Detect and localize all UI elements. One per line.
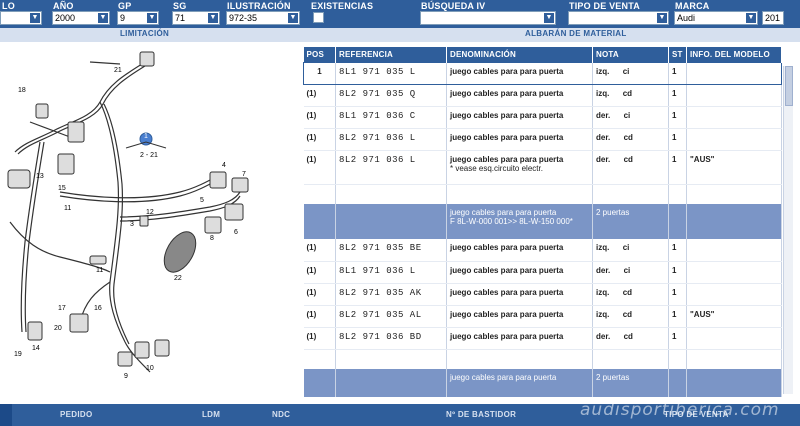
ilustracion-label: ILUSTRACIÓN: [227, 1, 291, 11]
callout-13: 13: [36, 173, 44, 180]
scrollbar-thumb[interactable]: [785, 66, 793, 106]
parts-table: POS REFERENCIA DENOMINACIÓN NOTA ST INFO…: [303, 47, 782, 397]
callout-14: 14: [32, 345, 40, 352]
table-row[interactable]: (1) 8L1 971 036 C juego cables para para…: [303, 106, 782, 129]
col-referencia[interactable]: REFERENCIA: [335, 47, 447, 62]
table-row[interactable]: (1) 8L2 971 035 AL juego cables para par…: [303, 305, 782, 328]
busqueda-label: BÚSQUEDA IV: [421, 1, 486, 11]
busqueda-select[interactable]: ▼: [420, 11, 556, 25]
table-row-spacer: [303, 184, 782, 204]
ndc-tab[interactable]: NDC: [272, 410, 290, 419]
callout-10: 10: [146, 365, 154, 372]
col-nota[interactable]: NOTA: [592, 47, 669, 62]
callout-8: 8: [210, 235, 214, 242]
callout-6: 6: [234, 229, 238, 236]
callout-3: 3: [130, 221, 134, 228]
sg-select[interactable]: 71 ▼: [172, 11, 220, 25]
albaran-title: ALBARÁN DE MATERIAL: [525, 29, 627, 38]
callout-5: 5: [200, 197, 204, 204]
parts-table-container: POS REFERENCIA DENOMINACIÓN NOTA ST INFO…: [303, 47, 783, 397]
col-st[interactable]: ST: [668, 47, 687, 62]
chevron-down-icon[interactable]: ▼: [746, 13, 756, 23]
table-row[interactable]: (1) 8L2 971 035 AK juego cables para par…: [303, 283, 782, 306]
lo-label: LO: [2, 1, 15, 11]
chevron-down-icon[interactable]: ▼: [208, 13, 218, 23]
col-pos[interactable]: POS: [303, 47, 336, 62]
callout-15: 15: [58, 185, 66, 192]
callout-11b: 11: [96, 267, 103, 274]
group-header-row[interactable]: juego cables para para puerta 2 puertas: [303, 369, 782, 397]
anio-label: AÑO: [53, 1, 74, 11]
chevron-down-icon[interactable]: ▼: [30, 13, 40, 23]
callout-16: 16: [94, 305, 102, 312]
tipo-venta-select[interactable]: ▼: [568, 11, 669, 25]
callout-18: 18: [18, 87, 26, 94]
bastidor-tab[interactable]: Nº DE BASTIDOR: [446, 410, 516, 419]
section-title-row: LIMITACIÓN ALBARÁN DE MATERIAL: [0, 28, 800, 42]
marca-select[interactable]: Audi ▼: [674, 11, 758, 25]
callout-9: 9: [124, 373, 128, 380]
callout-22: 22: [174, 275, 182, 282]
callout-20: 20: [54, 325, 62, 332]
gp-label: GP: [118, 1, 132, 11]
table-row[interactable]: (1) 8L2 971 035 Q juego cables para para…: [303, 84, 782, 107]
callout-7: 7: [242, 171, 246, 178]
tipo-venta-label: TIPO DE VENTA: [569, 1, 640, 11]
table-row[interactable]: 1 8L1 971 035 L juego cables para para p…: [303, 61, 782, 85]
chevron-down-icon[interactable]: ▼: [98, 13, 108, 23]
year-field[interactable]: 201: [762, 11, 784, 25]
table-scrollbar[interactable]: [783, 66, 793, 394]
existencias-checkbox[interactable]: [313, 12, 324, 23]
table-row[interactable]: (1) 8L2 971 035 BE juego cables para par…: [303, 239, 782, 262]
sg-label: SG: [173, 1, 187, 11]
wiring-harness-illustration: 21 18 1 2 - 21 13 15 11 3 4 5 6 7 12 8 2…: [7, 51, 249, 380]
existencias-label: EXISTENCIAS: [311, 1, 374, 11]
ldm-tab[interactable]: LDM: [202, 410, 220, 419]
watermark: audisportiberica.com: [580, 400, 780, 420]
col-denominacion[interactable]: DENOMINACIÓN: [446, 47, 593, 62]
table-row[interactable]: (1) 8L2 971 036 L juego cables para para…: [303, 150, 782, 185]
callout-21: 21: [114, 67, 122, 74]
callout-12: 12: [146, 209, 154, 216]
wiring-diagram[interactable]: 21 18 1 2 - 21 13 15 11 3 4 5 6 7 12 8 2…: [0, 42, 300, 404]
callout-4: 4: [222, 162, 226, 169]
filter-bar: LO ▼ AÑO 2000 ▼ GP 9 ▼ SG 71 ▼ ILUSTRACIÓN …: [0, 0, 800, 28]
chevron-down-icon[interactable]: ▼: [657, 13, 667, 23]
table-row[interactable]: (1) 8L2 971 036 BD juego cables para par…: [303, 327, 782, 350]
table-row-spacer: [303, 349, 782, 369]
table-header: POS REFERENCIA DENOMINACIÓN NOTA ST INFO…: [303, 47, 782, 62]
anio-select[interactable]: 2000 ▼: [52, 11, 110, 25]
chevron-down-icon[interactable]: ▼: [544, 13, 554, 23]
table-row[interactable]: (1) 8L2 971 036 L juego cables para para…: [303, 128, 782, 151]
bottom-left-tab[interactable]: [0, 404, 12, 426]
callout-19: 19: [14, 351, 22, 358]
col-info-modelo[interactable]: INFO. DEL MODELO: [686, 47, 782, 62]
marca-label: MARCA: [675, 1, 710, 11]
group-header-row[interactable]: juego cables para para puerta F 8L-W-000 …: [303, 204, 782, 239]
callout-1: 1: [144, 133, 148, 140]
chevron-down-icon[interactable]: ▼: [147, 13, 157, 23]
pedido-tab[interactable]: PEDIDO: [60, 410, 92, 419]
lo-select[interactable]: ▼: [0, 11, 42, 25]
callout-2-21: 2 - 21: [140, 152, 158, 159]
table-row[interactable]: (1) 8L1 971 036 L juego cables para para…: [303, 261, 782, 284]
callout-11: 11: [64, 205, 71, 212]
callout-17: 17: [58, 305, 66, 312]
gp-select[interactable]: 9 ▼: [117, 11, 159, 25]
ilustracion-select[interactable]: 972-35 ▼: [226, 11, 300, 25]
chevron-down-icon[interactable]: ▼: [288, 13, 298, 23]
limitacion-title: LIMITACIÓN: [120, 29, 170, 38]
